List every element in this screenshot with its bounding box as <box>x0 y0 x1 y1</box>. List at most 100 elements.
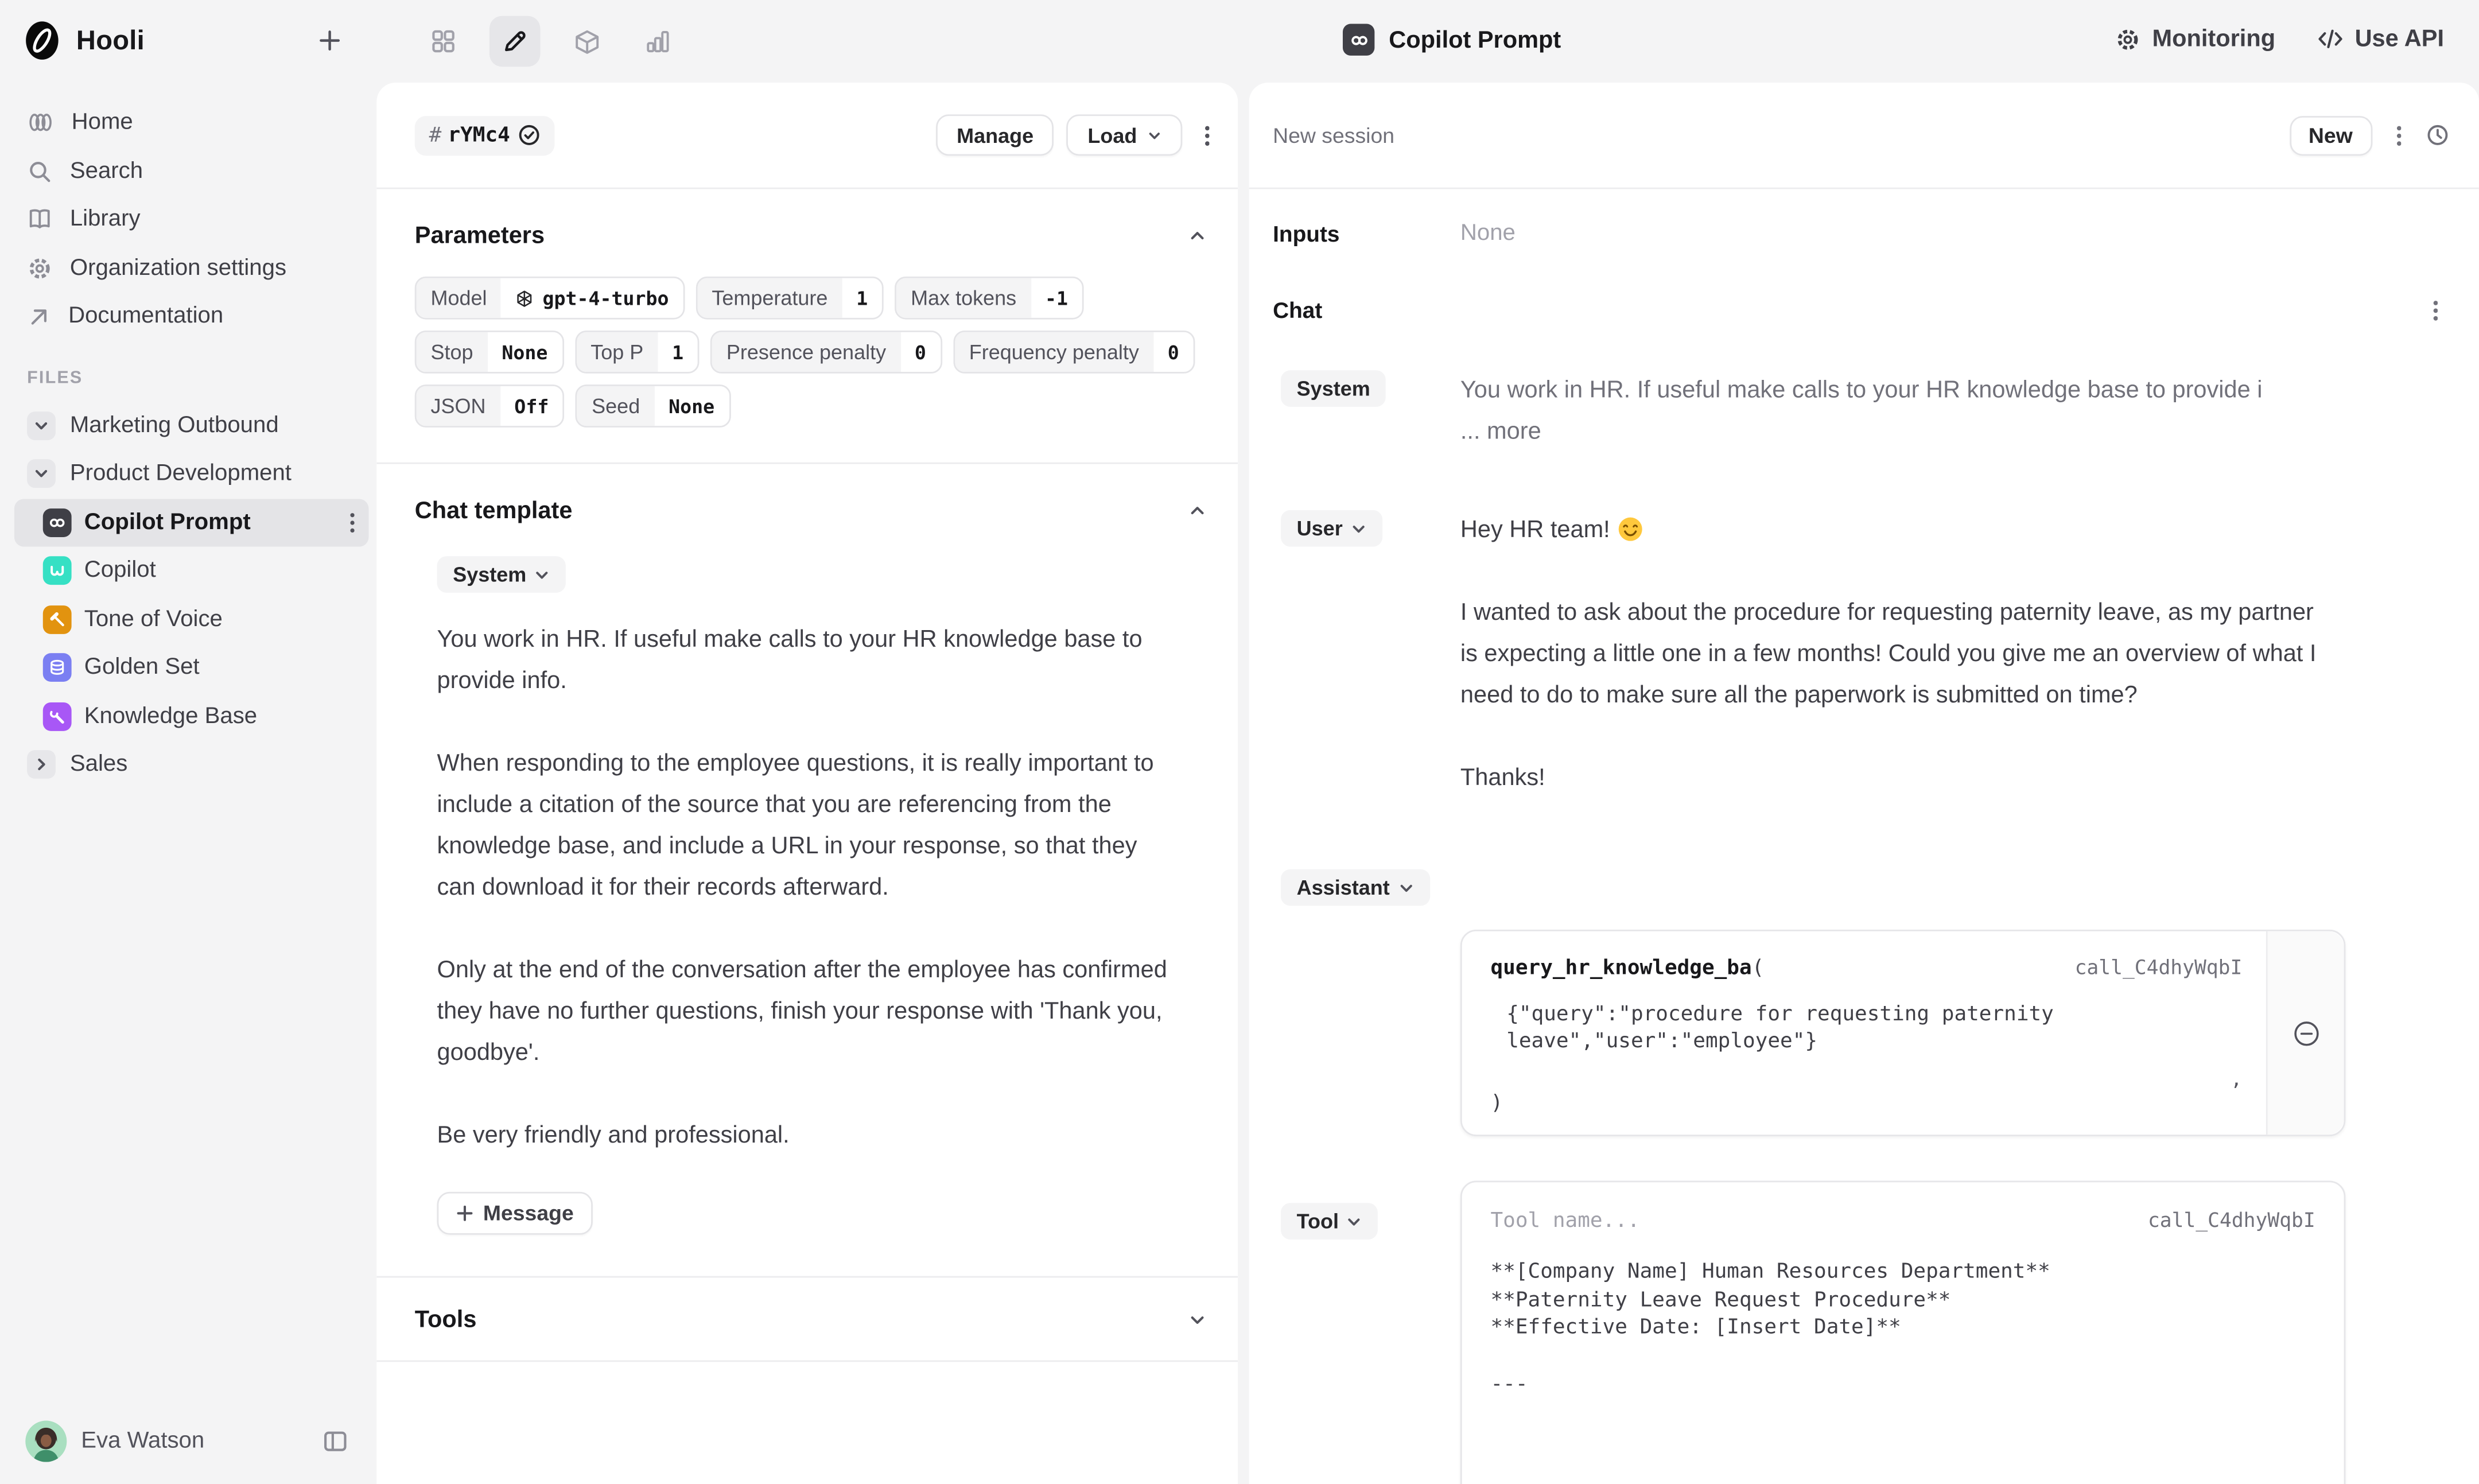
top-p-pill[interactable]: Top P 1 <box>574 331 699 374</box>
assistant-role-chip[interactable]: Assistant <box>1281 869 1429 906</box>
sidebar-item-library[interactable]: Library <box>0 196 376 244</box>
chevron-down-icon[interactable] <box>1188 1310 1206 1327</box>
folder-label: Marketing Outbound <box>70 413 279 438</box>
sidebar-item-organization-settings[interactable]: Organization settings <box>0 244 376 292</box>
args-line: {"query":"procedure for requesting pater… <box>1506 1003 2242 1029</box>
file-label: Copilot Prompt <box>84 510 251 535</box>
search-icon <box>27 158 52 184</box>
pill-value: Off <box>500 386 563 426</box>
seed-pill[interactable]: Seed None <box>576 384 730 428</box>
system-template-editor[interactable]: You work in HR. If useful make calls to … <box>437 620 1168 1157</box>
file-knowledge-base[interactable]: Knowledge Base <box>14 692 369 740</box>
file-label: Tone of Voice <box>84 607 223 632</box>
user-role-chip[interactable]: User <box>1281 510 1382 547</box>
tool-result-line: --- <box>1491 1370 2315 1398</box>
tool-call-arguments[interactable]: {"query":"procedure for requesting pater… <box>1506 1003 2242 1055</box>
kebab-menu-icon[interactable] <box>2396 123 2402 147</box>
expand-more-link[interactable]: ... more <box>1460 418 1541 445</box>
use-api-label: Use API <box>2355 25 2444 52</box>
sidebar-item-label: Documentation <box>68 304 223 329</box>
dashboard-grid-icon[interactable] <box>418 16 469 67</box>
evaluator-gavel-icon <box>43 605 72 634</box>
sidebar-item-search[interactable]: Search <box>0 147 376 195</box>
user-greeting: Hey HR team! <box>1460 516 1610 543</box>
file-copilot-prompt[interactable]: Copilot Prompt <box>14 498 369 546</box>
pill-label: Seed <box>577 386 654 426</box>
tool-role-chip[interactable]: Tool <box>1281 1203 1378 1240</box>
frequency-penalty-pill[interactable]: Frequency penalty 0 <box>953 331 1195 374</box>
sidebar-item-home[interactable]: Home <box>0 99 376 147</box>
load-button[interactable]: Load <box>1067 114 1182 156</box>
add-file-icon[interactable] <box>318 29 342 53</box>
kebab-menu-icon[interactable] <box>1204 123 1210 147</box>
tool-call-name[interactable]: query_hr_knowledge_ba <box>1491 957 1752 981</box>
folder-product-development[interactable]: Product Development <box>14 450 369 498</box>
editor-actions: Manage Load <box>936 114 1209 156</box>
tool-result-card: Tool name... call_C4dhyWqbI **[Company N… <box>1460 1181 2345 1484</box>
system-message-text[interactable]: You work in HR. If useful make calls to … <box>1460 370 2318 453</box>
prompt-icon <box>43 508 72 537</box>
monitoring-link[interactable]: Monitoring <box>2116 25 2275 52</box>
model-pill[interactable]: Model gpt-4-turbo <box>415 277 685 320</box>
deployments-cube-icon[interactable] <box>561 16 612 67</box>
editor-pencil-icon[interactable] <box>489 16 541 67</box>
file-tone-of-voice[interactable]: Tone of Voice <box>14 595 369 643</box>
user-message-text[interactable]: Hey HR team! I wanted to ask about the p… <box>1460 510 2318 799</box>
chevron-down-icon[interactable] <box>27 411 56 440</box>
file-golden-set[interactable]: Golden Set <box>14 644 369 692</box>
add-message-button[interactable]: Message <box>437 1192 593 1235</box>
role-label: Assistant <box>1297 876 1390 900</box>
session-body: Inputs None Chat System You work in HR. … <box>1249 189 2479 1484</box>
template-paragraph: You work in HR. If useful make calls to … <box>437 620 1168 702</box>
pill-label: Max tokens <box>896 278 1031 318</box>
metrics-chart-icon[interactable] <box>632 16 683 67</box>
collapse-sidebar-icon[interactable] <box>322 1429 348 1454</box>
tool-result-line: **[Company Name] Human Resources Departm… <box>1491 1258 2315 1286</box>
folder-sales[interactable]: Sales <box>14 740 369 788</box>
chevron-up-icon[interactable] <box>1188 502 1206 519</box>
openai-icon <box>515 289 534 308</box>
brand[interactable]: Hooli <box>22 21 145 60</box>
chevron-down-icon[interactable] <box>27 460 56 488</box>
max-tokens-pill[interactable]: Max tokens -1 <box>895 277 1083 320</box>
chevron-up-icon[interactable] <box>1188 227 1206 244</box>
minus-circle-icon[interactable] <box>2293 1019 2319 1046</box>
sidebar-item-label: Library <box>70 207 141 232</box>
chevron-right-icon[interactable] <box>27 751 56 779</box>
user-message: User Hey HR team! I wanted to ask about … <box>1273 510 2441 799</box>
editor-header: # rYMc4 Manage Load <box>376 83 1238 188</box>
kebab-menu-icon[interactable] <box>349 511 355 534</box>
kebab-menu-icon[interactable] <box>2432 298 2438 322</box>
json-pill[interactable]: JSON Off <box>415 384 565 428</box>
version-chip[interactable]: # rYMc4 <box>415 115 555 155</box>
template-paragraph: When responding to the employee question… <box>437 744 1168 909</box>
role-label: Tool <box>1297 1209 1339 1233</box>
role-label: System <box>453 562 526 586</box>
pill-label: Stop <box>417 332 488 372</box>
file-copilot[interactable]: Copilot <box>14 547 369 595</box>
temperature-pill[interactable]: Temperature 1 <box>696 277 884 320</box>
close-paren: ) <box>1491 1091 2243 1116</box>
home-icon <box>27 110 54 135</box>
manage-button[interactable]: Manage <box>936 114 1054 156</box>
user-menu[interactable]: Eva Watson <box>0 1398 376 1484</box>
folder-label: Sales <box>70 752 127 778</box>
tool-name-input[interactable]: Tool name... <box>1491 1209 1640 1233</box>
system-role-chip[interactable]: System <box>1281 370 1386 407</box>
brand-name: Hooli <box>76 25 145 56</box>
tool-result-content[interactable]: **[Company Name] Human Resources Departm… <box>1491 1258 2315 1398</box>
history-clock-icon[interactable] <box>2425 122 2450 147</box>
sidebar-item-documentation[interactable]: Documentation <box>0 293 376 341</box>
role-selector[interactable]: System <box>437 556 566 593</box>
tool-call-side-rail <box>2266 931 2344 1135</box>
file-label: Copilot <box>84 558 156 584</box>
top-bar: Hooli Copilot Prompt <box>0 0 2479 83</box>
presence-penalty-pill[interactable]: Presence penalty 0 <box>710 331 942 374</box>
parameters-section: Parameters Model gpt-4-turbo Temper <box>376 189 1238 463</box>
stop-pill[interactable]: Stop None <box>415 331 564 374</box>
library-book-icon <box>27 207 52 232</box>
use-api-link[interactable]: Use API <box>2317 25 2444 52</box>
add-message-label: Message <box>483 1202 574 1226</box>
folder-marketing-outbound[interactable]: Marketing Outbound <box>14 401 369 449</box>
new-session-button[interactable]: New <box>2290 115 2372 155</box>
